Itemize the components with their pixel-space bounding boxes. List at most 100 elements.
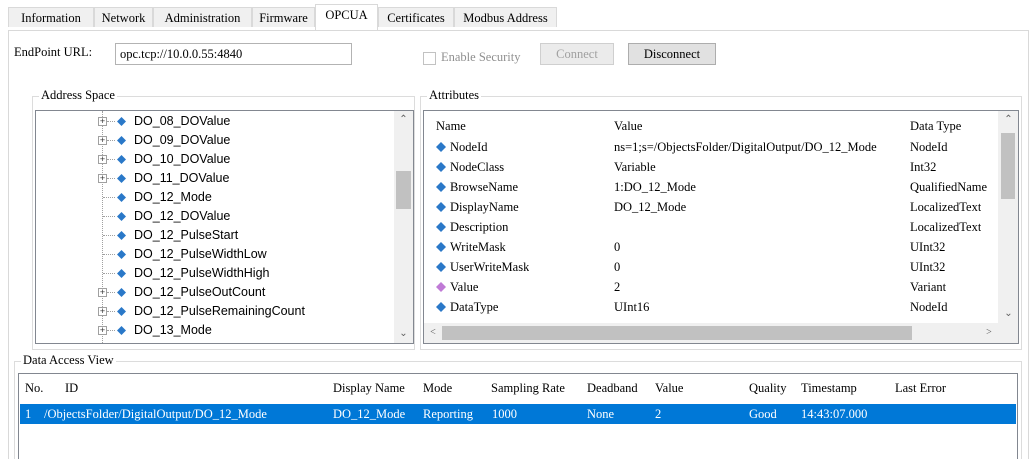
attr-scroll-left-icon[interactable]: < xyxy=(428,328,438,338)
da-col-timestamp[interactable]: Timestamp xyxy=(801,378,857,398)
da-cell-deadband: None xyxy=(587,407,615,421)
enable-security-label: Enable Security xyxy=(441,50,521,64)
attr-datatype: LocalizedText xyxy=(910,220,982,234)
attr-name: UserWriteMask xyxy=(450,260,530,274)
tab-information[interactable]: Information xyxy=(8,7,94,27)
expand-icon[interactable]: + xyxy=(98,288,107,297)
expand-icon[interactable]: + xyxy=(98,174,107,183)
tree-item[interactable]: + DO_10_DOValue xyxy=(36,150,392,169)
tree-item-label: DO_12_PulseOutCount xyxy=(134,285,266,299)
connect-button[interactable]: Connect xyxy=(540,43,614,65)
tree-connector xyxy=(103,273,115,274)
attributes-horizontal-scrollbar[interactable]: < > xyxy=(424,323,1018,343)
attr-name: Description xyxy=(450,220,509,234)
tree-connector xyxy=(103,216,115,217)
tree-item-label: DO_12_PulseRemainingCount xyxy=(134,304,305,318)
da-col-last-error[interactable]: Last Error xyxy=(895,378,946,398)
tree-item-label: DO_12_PulseWidthLow xyxy=(134,247,267,261)
variable-node-icon xyxy=(117,307,126,316)
da-col-id[interactable]: ID xyxy=(65,378,78,398)
attr-datatype: LocalizedText xyxy=(910,200,982,214)
da-col-quality[interactable]: Quality xyxy=(749,378,787,398)
variable-node-icon xyxy=(117,136,126,145)
attr-datatype: QualifiedName xyxy=(910,180,988,194)
da-cell-display-name: DO_12_Mode xyxy=(333,407,406,421)
attr-col-name[interactable]: Name xyxy=(436,116,466,136)
da-cell-id: /ObjectsFolder/DigitalOutput/DO_12_Mode xyxy=(44,407,267,421)
tree-item-label: DO_12_PulseStart xyxy=(134,228,239,242)
attr-col-value[interactable]: Value xyxy=(614,116,642,136)
tab-firmware[interactable]: Firmware xyxy=(252,7,315,27)
expand-icon[interactable]: + xyxy=(98,307,107,316)
attr-hscroll-thumb[interactable] xyxy=(442,326,912,340)
tab-network[interactable]: Network xyxy=(94,7,153,27)
scroll-down-icon[interactable]: ⌄ xyxy=(398,329,409,339)
variable-node-icon xyxy=(117,117,126,126)
tree-item[interactable]: + DO_09_DOValue xyxy=(36,131,392,150)
scroll-up-icon[interactable]: ⌃ xyxy=(398,115,409,125)
attr-scroll-up-icon[interactable]: ⌃ xyxy=(1003,115,1014,125)
endpoint-url-label: EndPoint URL: xyxy=(14,45,93,59)
expand-icon[interactable]: + xyxy=(98,326,107,335)
expand-icon[interactable]: + xyxy=(98,117,107,126)
address-space-title: Address Space xyxy=(39,88,117,103)
attr-col-datatype[interactable]: Data Type xyxy=(910,116,961,136)
tree-item[interactable]: + DO_12_PulseOutCount xyxy=(36,283,392,302)
da-col-display-name[interactable]: Display Name xyxy=(333,378,405,398)
variable-node-icon xyxy=(117,231,126,240)
tree-item[interactable]: + DO_08_DOValue xyxy=(36,112,392,131)
table-row[interactable]: 1 /ObjectsFolder/DigitalOutput/DO_12_Mod… xyxy=(20,404,1016,424)
attr-name: DataType xyxy=(450,300,499,314)
tab-administration[interactable]: Administration xyxy=(153,7,252,27)
tree-connector xyxy=(107,330,115,331)
tree-connector xyxy=(107,121,115,122)
attributes-list[interactable]: Name Value Data Type NodeId ns=1;s=/Objec… xyxy=(423,110,1019,344)
tree-item[interactable]: DO_12_PulseStart xyxy=(36,226,392,245)
tree-item[interactable]: DO_12_DOValue xyxy=(36,207,392,226)
tree-vertical-scrollbar[interactable]: ⌃ ⌄ xyxy=(394,111,413,343)
tree-connector xyxy=(107,178,115,179)
attr-vscroll-thumb[interactable] xyxy=(1001,133,1015,199)
da-cell-value: 2 xyxy=(655,407,662,421)
attr-name: BrowseName xyxy=(450,180,519,194)
tab-modbus-address[interactable]: Modbus Address xyxy=(454,7,557,27)
tree-scroll-thumb[interactable] xyxy=(396,171,411,209)
da-cell-quality: Good xyxy=(749,407,777,421)
attr-scroll-right-icon[interactable]: > xyxy=(984,328,994,338)
attr-name: NodeClass xyxy=(450,160,505,174)
tree-item-label: DO_10_DOValue xyxy=(134,152,231,166)
expand-icon[interactable]: + xyxy=(98,155,107,164)
da-col-mode[interactable]: Mode xyxy=(423,378,452,398)
da-col-value[interactable]: Value xyxy=(655,378,683,398)
tree-item[interactable]: DO_12_PulseWidthLow xyxy=(36,245,392,264)
tree-item[interactable]: + DO_13_Mode xyxy=(36,321,392,340)
attributes-vertical-scrollbar[interactable]: ⌃ ⌄ xyxy=(998,111,1018,323)
tree-item[interactable]: DO_12_PulseWidthHigh xyxy=(36,264,392,283)
enable-security-checkbox[interactable] xyxy=(423,52,436,65)
attr-value: DO_12_Mode xyxy=(614,200,687,214)
attributes-title: Attributes xyxy=(427,88,481,103)
tree-item-label: DO_12_PulseWidthHigh xyxy=(134,266,270,280)
disconnect-button[interactable]: Disconnect xyxy=(628,43,716,65)
da-col-sampling-rate[interactable]: Sampling Rate xyxy=(491,378,565,398)
data-access-table[interactable]: No. ID Display Name Mode Sampling Rate D… xyxy=(18,373,1018,459)
expand-icon[interactable]: + xyxy=(98,136,107,145)
tree-item[interactable]: DO_12_Mode xyxy=(36,188,392,207)
da-cell-no: 1 xyxy=(25,407,32,421)
tree-item[interactable]: + DO_12_PulseRemainingCount xyxy=(36,302,392,321)
attr-value: UInt16 xyxy=(614,300,650,314)
variable-node-icon xyxy=(117,288,126,297)
tab-opcua[interactable]: OPCUA xyxy=(315,4,378,30)
attr-name: DisplayName xyxy=(450,200,519,214)
endpoint-url-input[interactable]: opc.tcp://10.0.0.55:4840 xyxy=(115,43,352,65)
tree-connector xyxy=(107,159,115,160)
tree-item[interactable]: + DO_11_DOValue xyxy=(36,169,392,188)
attr-datatype: NodeId xyxy=(910,300,948,314)
attr-scroll-down-icon[interactable]: ⌄ xyxy=(1003,309,1014,319)
da-cell-mode: Reporting xyxy=(423,407,473,421)
da-col-no[interactable]: No. xyxy=(25,378,43,398)
da-col-deadband[interactable]: Deadband xyxy=(587,378,638,398)
address-space-tree[interactable]: + DO_08_DOValue + DO_09_DOValue + DO_10_DOVal… xyxy=(35,110,414,344)
variable-node-icon xyxy=(117,250,126,259)
tab-certificates[interactable]: Certificates xyxy=(378,7,454,27)
